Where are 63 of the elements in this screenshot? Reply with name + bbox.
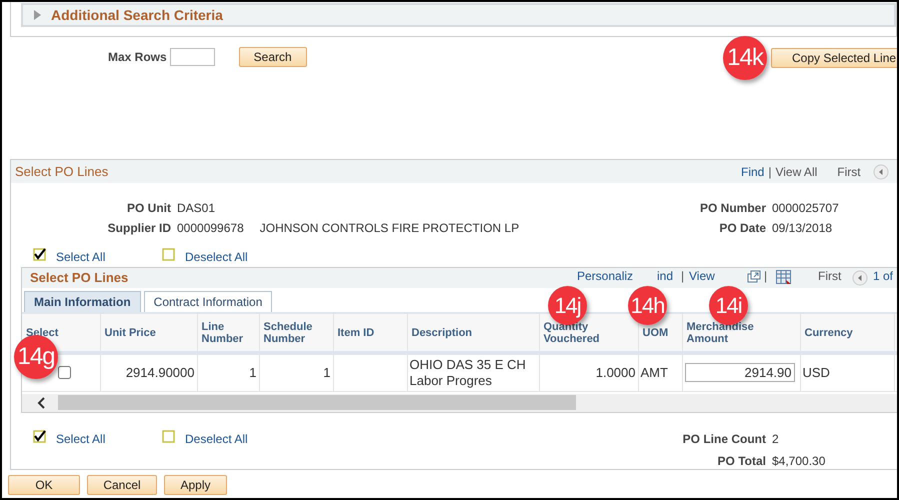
tab[interactable]: Main Information	[24, 291, 141, 312]
separator-text: |	[764, 270, 768, 283]
personalize-link[interactable]: Personaliz	[577, 270, 634, 283]
callout-badge: 14k	[723, 36, 767, 80]
find-link[interactable]: ind	[657, 270, 674, 283]
total-value: $4,700.30	[772, 452, 826, 470]
dialog-button[interactable]: OK	[8, 475, 80, 495]
column-header: Item ID	[333, 313, 407, 353]
field-label: PO Date	[718, 220, 766, 237]
tab[interactable]: Contract Information	[144, 291, 272, 312]
table-cell: USD	[802, 364, 830, 380]
column-header: Description	[407, 313, 539, 353]
table-cell: AMT	[640, 364, 668, 380]
supplier-name: JOHNSON CONTROLS FIRE PROTECTION LP	[260, 220, 520, 237]
search-button[interactable]: Search	[238, 47, 307, 67]
field-value: DAS01	[177, 200, 216, 217]
scrollbar-thumb[interactable]	[58, 395, 576, 410]
view-all-link[interactable]: View All	[775, 162, 818, 180]
first-label: First	[818, 270, 842, 283]
previous-icon	[872, 164, 889, 180]
column-header: Currency	[800, 313, 894, 353]
new-window-icon	[747, 270, 761, 283]
criteria-bar[interactable]: Additional Search Criteria	[21, 3, 896, 27]
separator-text: |	[768, 164, 772, 180]
first-label: First	[837, 164, 861, 180]
panel-header: Select PO Lines Find | View All First	[11, 160, 897, 183]
select-all-link[interactable]: Select All	[56, 432, 106, 446]
field-label: PO Unit	[126, 200, 171, 217]
view-all-link[interactable]: View	[689, 270, 715, 283]
grid-header: Select PO Lines Personaliz ind | View | First 1 of	[22, 267, 897, 288]
total-value: 2	[772, 430, 779, 448]
table-cell: 1	[323, 364, 330, 380]
table-cell: 1.0000	[596, 364, 636, 380]
select-checkbox[interactable]	[58, 366, 72, 380]
previous-icon	[852, 270, 868, 286]
column-header: Schedule Number	[259, 313, 333, 353]
field-label: Supplier ID	[106, 220, 171, 237]
horizontal-scrollbar[interactable]	[22, 394, 897, 412]
max-rows-label: Max Rows	[108, 49, 167, 66]
field-label: PO Number	[698, 200, 766, 217]
find-link[interactable]: Find	[741, 162, 764, 180]
amount-field[interactable]: 2914.90	[684, 363, 794, 382]
field-value: 09/13/2018	[772, 220, 832, 237]
total-label: PO Line Count	[682, 430, 766, 448]
total-label: PO Total	[716, 452, 766, 470]
field-value: 0000099678	[177, 220, 244, 237]
max-rows-field[interactable]	[170, 48, 215, 66]
table-cell: 1	[249, 364, 256, 380]
deselect-all-link[interactable]: Deselect All	[185, 432, 248, 446]
table-cell: 2914.90000	[126, 364, 194, 380]
table-cell: OHIO DAS 35 E CH Labor Progres	[410, 356, 526, 388]
column-header: Unit Price	[100, 313, 197, 353]
dialog-button[interactable]: Apply	[164, 475, 227, 495]
select-all-link[interactable]: Select All	[56, 251, 106, 264]
scroll-left-icon	[36, 396, 46, 410]
copy-lines-button[interactable]: Copy Selected Line	[771, 48, 897, 68]
page-count: 1 of	[873, 270, 894, 283]
deselect-all-link[interactable]: Deselect All	[185, 251, 248, 264]
dialog-button[interactable]: Cancel	[87, 475, 157, 495]
column-header: Line Number	[197, 313, 259, 353]
field-value: 0000025707	[772, 200, 839, 217]
separator-text: |	[681, 270, 684, 283]
spreadsheet-icon	[776, 270, 791, 284]
